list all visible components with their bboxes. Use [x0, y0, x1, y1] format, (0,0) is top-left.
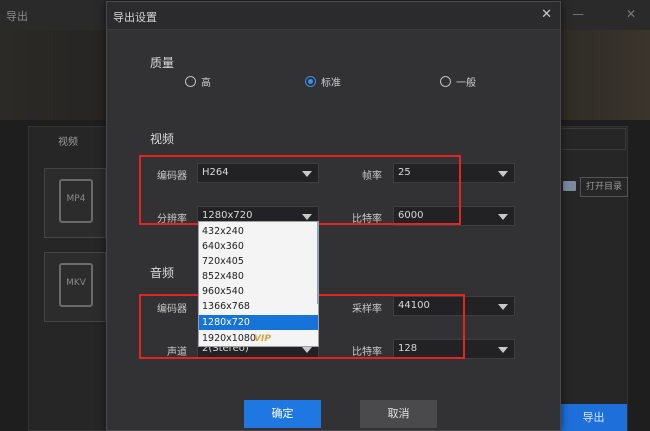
resolution-option[interactable]: 640x360 — [199, 239, 318, 254]
radio-label: 一般 — [456, 78, 476, 89]
dialog-title: 导出设置 — [113, 11, 157, 24]
radio-label: 高 — [201, 78, 211, 89]
format-card-mkv[interactable]: MKV — [44, 252, 106, 322]
radio-label: 标准 — [321, 78, 341, 89]
quality-heading: 质量 — [150, 56, 175, 70]
chevron-down-icon — [498, 214, 508, 220]
format-label: MP4 — [66, 194, 86, 204]
resolution-option[interactable]: 960x540 — [199, 284, 318, 295]
resolution-option-selected[interactable]: 1280x720 — [199, 315, 318, 330]
resolution-dropdown: 432x240 640x360 720x405 852x480 960x540 … — [198, 221, 319, 347]
confirm-button[interactable]: 确定 — [244, 400, 321, 428]
radio-icon — [185, 76, 196, 87]
close-icon[interactable]: ✕ — [626, 7, 636, 21]
close-icon[interactable]: ✕ — [541, 7, 552, 22]
radio-selected-icon — [305, 76, 316, 87]
quality-option-standard[interactable]: 标准 — [305, 74, 341, 89]
app-title: 导出 — [6, 10, 28, 23]
resolution-option-vip[interactable]: 1920x1080 VIP — [199, 331, 318, 346]
tab-video[interactable]: 视频 — [58, 133, 78, 148]
open-folder-button[interactable]: 打开目录 — [580, 177, 628, 197]
audio-heading: 音频 — [150, 266, 175, 280]
dialog-header: 导出设置 ✕ — [107, 2, 560, 30]
folder-icon — [563, 181, 576, 191]
chevron-down-icon — [498, 347, 508, 353]
search-box[interactable] — [560, 128, 626, 150]
resolution-option-label: 1920x1080 — [202, 333, 256, 344]
video-heading: 视频 — [150, 132, 175, 146]
format-card-mp4[interactable]: MP4 — [44, 168, 106, 238]
quality-option-normal[interactable]: 一般 — [440, 74, 476, 89]
radio-icon — [440, 76, 451, 87]
minimize-icon[interactable]: — — [572, 7, 584, 21]
video-highlight-box — [139, 155, 461, 225]
vip-badge: VIP — [254, 334, 271, 344]
resolution-option[interactable]: 1366x768 — [199, 299, 318, 314]
export-settings-dialog: 导出设置 ✕ 质量 高 标准 一般 视频 编码器 H264 帧率 25 分辨率 … — [106, 1, 561, 431]
format-label: MKV — [66, 278, 86, 288]
resolution-option[interactable]: 720x405 — [199, 254, 318, 269]
export-button[interactable]: 导出 — [560, 404, 627, 431]
chevron-down-icon — [498, 171, 508, 177]
quality-option-high[interactable]: 高 — [185, 74, 211, 89]
cancel-button[interactable]: 取消 — [360, 400, 437, 428]
resolution-option[interactable]: 852x480 — [199, 269, 318, 284]
resolution-option[interactable]: 432x240 — [199, 224, 318, 239]
chevron-down-icon — [498, 304, 508, 310]
